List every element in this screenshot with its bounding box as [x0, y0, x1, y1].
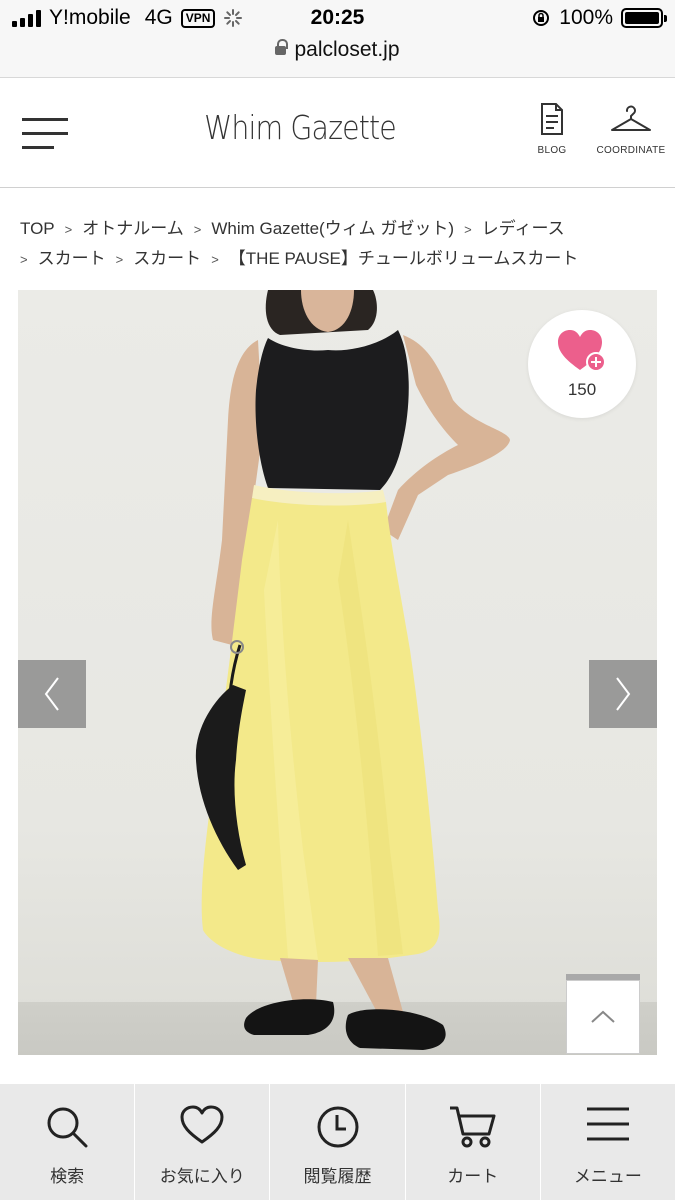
- search-icon: [47, 1107, 88, 1148]
- breadcrumb-separator: >: [115, 252, 124, 267]
- nav-menu[interactable]: メニュー: [541, 1084, 675, 1200]
- address-bar[interactable]: palcloset.jp: [0, 38, 675, 62]
- favorite-badge[interactable]: 150: [528, 310, 636, 418]
- chevron-up-icon: [591, 1010, 615, 1023]
- favorite-count: 150: [567, 380, 597, 399]
- breadcrumb-item-skirt-category[interactable]: スカート: [38, 249, 106, 268]
- breadcrumb-item-current: 【THE PAUSE】チュールボリュームスカート: [228, 249, 579, 268]
- nav-search[interactable]: 検索: [0, 1084, 136, 1200]
- document-icon: [541, 103, 563, 135]
- menu-icon: [586, 1107, 629, 1141]
- nav-search-label: 検索: [50, 1167, 85, 1186]
- breadcrumb-item-otona-room[interactable]: オトナルーム: [82, 219, 184, 238]
- breadcrumb-separator: >: [193, 222, 202, 237]
- browser-status-bar: Y!mobile 4G VPN 20:25 100% palcloset.jp: [0, 0, 675, 78]
- nav-cart-label: カート: [447, 1167, 499, 1186]
- orientation-lock-icon: [533, 10, 550, 26]
- nav-favorites-label: お気に入り: [159, 1167, 245, 1186]
- battery-percent: 100%: [559, 6, 613, 29]
- coordinate-link[interactable]: COORDINATE: [596, 102, 666, 156]
- breadcrumb-item-brand[interactable]: Whim Gazette(ウィム ガゼット): [211, 219, 454, 238]
- product-image-carousel[interactable]: 150: [18, 290, 657, 1055]
- bottom-navigation: 検索 お気に入り 閲覧履歴 カート メニュー: [0, 1084, 675, 1200]
- nav-favorites[interactable]: お気に入り: [135, 1084, 271, 1200]
- nav-cart[interactable]: カート: [406, 1084, 541, 1200]
- battery-icon: [621, 8, 667, 28]
- blog-label: BLOG: [537, 145, 567, 156]
- heart-plus-icon: [558, 330, 606, 372]
- chevron-left-icon: [44, 677, 59, 711]
- carousel-next-button[interactable]: [589, 660, 657, 728]
- breadcrumb-separator: >: [20, 252, 28, 267]
- breadcrumb-separator: >: [64, 222, 73, 237]
- nav-menu-label: メニュー: [573, 1167, 642, 1186]
- url-text: palcloset.jp: [294, 38, 400, 61]
- clock-icon: [317, 1106, 358, 1148]
- hamburger-menu-button[interactable]: [22, 118, 68, 150]
- breadcrumb-separator: >: [464, 222, 472, 237]
- site-header: Whim Gazette BLOG COORDINATE: [0, 86, 675, 188]
- cart-icon: [449, 1106, 496, 1148]
- lock-icon: [275, 39, 289, 59]
- breadcrumb-separator: >: [211, 252, 219, 267]
- heart-icon: [180, 1105, 224, 1144]
- nav-history[interactable]: 閲覧履歴: [270, 1084, 406, 1200]
- breadcrumb-item-ladies[interactable]: レディース: [482, 219, 565, 238]
- nav-history-label: 閲覧履歴: [303, 1167, 372, 1186]
- site-logo[interactable]: Whim Gazette: [188, 108, 412, 147]
- back-to-top-button[interactable]: [566, 980, 640, 1054]
- carousel-prev-button[interactable]: [18, 660, 86, 728]
- breadcrumb-item-top[interactable]: TOP: [20, 219, 55, 238]
- coordinate-label: COORDINATE: [596, 145, 666, 156]
- chevron-right-icon: [616, 677, 631, 711]
- breadcrumb: TOP > オトナルーム > Whim Gazette(ウィム ガゼット) > レディース …: [20, 214, 660, 274]
- hanger-icon: [611, 105, 651, 131]
- status-right: 100%: [531, 6, 667, 30]
- blog-link[interactable]: BLOG: [533, 102, 571, 156]
- breadcrumb-item-skirt[interactable]: スカート: [133, 249, 201, 268]
